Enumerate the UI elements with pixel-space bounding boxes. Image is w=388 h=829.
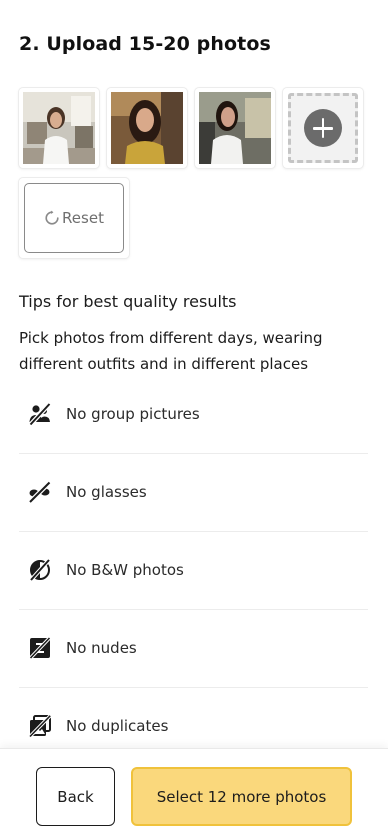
reset-button[interactable]: Reset [24, 183, 124, 253]
photo-image [111, 92, 183, 164]
rule-no-group: No group pictures [19, 375, 368, 454]
rule-label: No group pictures [66, 405, 200, 423]
rule-no-glasses: No glasses [19, 453, 368, 532]
photo-grid: Reset [19, 88, 369, 260]
photo-thumbnail-1[interactable] [19, 88, 99, 168]
rule-label: No duplicates [66, 717, 169, 735]
reset-label: Reset [62, 209, 104, 227]
rule-no-bw: No B&W photos [19, 531, 368, 610]
photo-thumbnail-3[interactable] [195, 88, 275, 168]
footer-bar: Back Select 12 more photos [0, 748, 388, 829]
reset-card: Reset [19, 178, 129, 258]
back-button[interactable]: Back [36, 767, 115, 826]
no-bw-icon [27, 557, 53, 583]
photo-image [23, 92, 95, 164]
no-glasses-icon [27, 479, 53, 505]
rule-label: No nudes [66, 639, 137, 657]
page-title: 2. Upload 15-20 photos [19, 33, 271, 55]
photo-image [199, 92, 271, 164]
tips-description: Pick photos from different days, wearing… [19, 329, 323, 373]
refresh-icon [44, 210, 60, 226]
tips-heading: Tips for best quality results [19, 292, 237, 311]
select-more-photos-button[interactable]: Select 12 more photos [131, 767, 352, 826]
rule-no-nudes: No nudes [19, 609, 368, 688]
add-photo-button[interactable] [283, 88, 363, 168]
photo-thumbnail-2[interactable] [107, 88, 187, 168]
plus-icon [304, 109, 342, 147]
no-group-icon [27, 401, 53, 427]
rule-label: No glasses [66, 483, 147, 501]
rule-label: No B&W photos [66, 561, 184, 579]
no-duplicates-icon [27, 713, 53, 739]
rules-list: No group pictures No glasses No B&W phot… [19, 376, 368, 765]
no-nudes-icon [27, 635, 53, 661]
